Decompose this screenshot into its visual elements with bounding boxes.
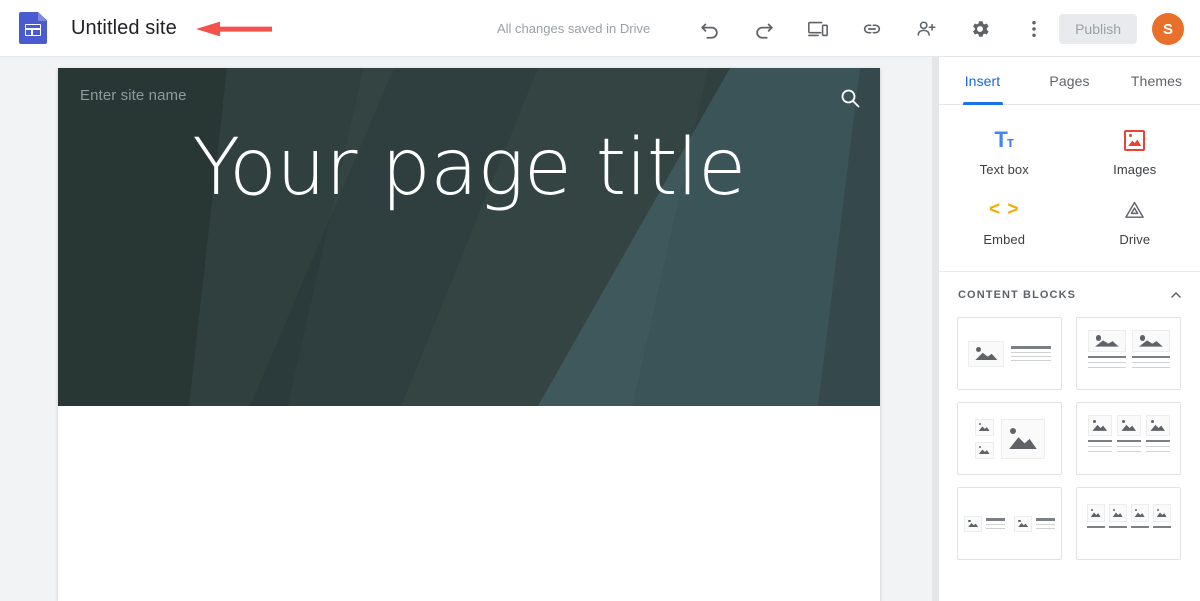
insert-images-button[interactable]: Images <box>1070 121 1200 191</box>
text-box-icon: Tт <box>994 127 1015 152</box>
tab-insert[interactable]: Insert <box>939 57 1026 104</box>
person-add-icon <box>917 20 936 36</box>
preview-button[interactable] <box>798 9 838 49</box>
save-status-text: All changes saved in Drive <box>497 21 651 36</box>
google-sites-logo-icon[interactable] <box>19 12 47 44</box>
logo-layout-glyph <box>25 24 41 36</box>
image-placeholder-icon <box>1014 515 1032 532</box>
link-icon <box>863 24 881 33</box>
image-placeholder-icon <box>1087 330 1126 352</box>
page-content-area[interactable] <box>58 406 880 601</box>
insert-drive-label: Drive <box>1119 232 1151 247</box>
insert-drive-button[interactable]: Drive <box>1070 191 1200 261</box>
copy-link-button[interactable] <box>852 9 892 49</box>
image-placeholder-icon <box>1086 504 1105 522</box>
share-button[interactable] <box>906 9 946 49</box>
embed-code-icon: < > <box>989 199 1020 220</box>
image-placeholder-icon <box>974 418 994 436</box>
more-options-button[interactable] <box>1014 9 1054 49</box>
content-block-two-small-images-one-large[interactable] <box>957 402 1062 475</box>
gear-icon <box>973 20 989 37</box>
canvas-area: Enter site name Your page title <box>0 57 938 601</box>
insert-items-grid: Tт Text box Images < > Embed Drive <box>939 105 1200 272</box>
images-icon <box>1124 127 1146 153</box>
content-block-two-inline-image-text-pairs[interactable] <box>957 487 1062 560</box>
site-name-input[interactable]: Enter site name <box>80 87 187 104</box>
insert-embed-label: Embed <box>983 232 1026 247</box>
content-block-two-images-with-captions[interactable] <box>1076 317 1181 390</box>
insert-text-box-button[interactable]: Tт Text box <box>939 121 1070 191</box>
publish-button[interactable]: Publish <box>1059 14 1137 44</box>
image-placeholder-icon <box>1108 504 1127 522</box>
top-toolbar <box>683 0 1061 57</box>
image-placeholder-icon <box>1130 504 1149 522</box>
image-placeholder-icon <box>968 340 1004 367</box>
page-title[interactable]: Your page title <box>58 129 880 207</box>
insert-embed-button[interactable]: < > Embed <box>939 191 1070 261</box>
insert-images-label: Images <box>1113 162 1157 177</box>
panel-tabs: Insert Pages Themes <box>939 57 1200 105</box>
insert-row-1: Tт Text box Images <box>939 121 1200 191</box>
content-blocks-header[interactable]: CONTENT BLOCKS <box>939 276 1200 314</box>
image-placeholder-icon <box>1000 418 1045 459</box>
more-vert-icon <box>1032 20 1036 37</box>
image-placeholder-icon <box>1116 415 1141 436</box>
redo-icon <box>756 23 773 39</box>
avatar[interactable]: S <box>1152 13 1184 45</box>
top-app-bar: Untitled site All changes saved in Drive <box>0 0 1200 57</box>
content-blocks-grid <box>939 314 1200 560</box>
image-placeholder-icon <box>964 515 982 532</box>
undo-button[interactable] <box>690 9 730 49</box>
annotation-arrow-icon <box>196 21 272 37</box>
site-title-input[interactable]: Untitled site <box>65 13 183 44</box>
content-blocks-section: CONTENT BLOCKS <box>939 272 1200 560</box>
page-canvas[interactable]: Enter site name Your page title <box>58 68 880 601</box>
tab-pages[interactable]: Pages <box>1026 57 1113 104</box>
image-placeholder-icon <box>1131 330 1170 352</box>
image-placeholder-icon <box>1152 504 1171 522</box>
redo-button[interactable] <box>744 9 784 49</box>
insert-text-box-label: Text box <box>979 162 1029 177</box>
content-block-three-images-with-captions[interactable] <box>1076 402 1181 475</box>
undo-icon <box>701 23 718 39</box>
content-blocks-title: CONTENT BLOCKS <box>958 289 1077 301</box>
image-placeholder-icon <box>1145 415 1170 436</box>
content-block-image-left-text-right[interactable] <box>957 317 1062 390</box>
image-placeholder-icon <box>1087 415 1112 436</box>
settings-button[interactable] <box>960 9 1000 49</box>
chevron-up-icon[interactable] <box>1168 287 1184 303</box>
content-block-four-images-row[interactable] <box>1076 487 1181 560</box>
editor-body: Enter site name Your page title Insert P… <box>0 57 1200 601</box>
image-placeholder-icon <box>974 441 994 459</box>
google-drive-icon <box>1123 197 1146 223</box>
insert-panel: Insert Pages Themes Tт Text box Images <… <box>938 57 1200 601</box>
search-icon[interactable] <box>838 86 862 110</box>
devices-preview-icon <box>808 21 828 36</box>
tab-themes[interactable]: Themes <box>1113 57 1200 104</box>
insert-row-2: < > Embed Drive <box>939 191 1200 261</box>
site-banner[interactable]: Enter site name Your page title <box>58 68 880 406</box>
